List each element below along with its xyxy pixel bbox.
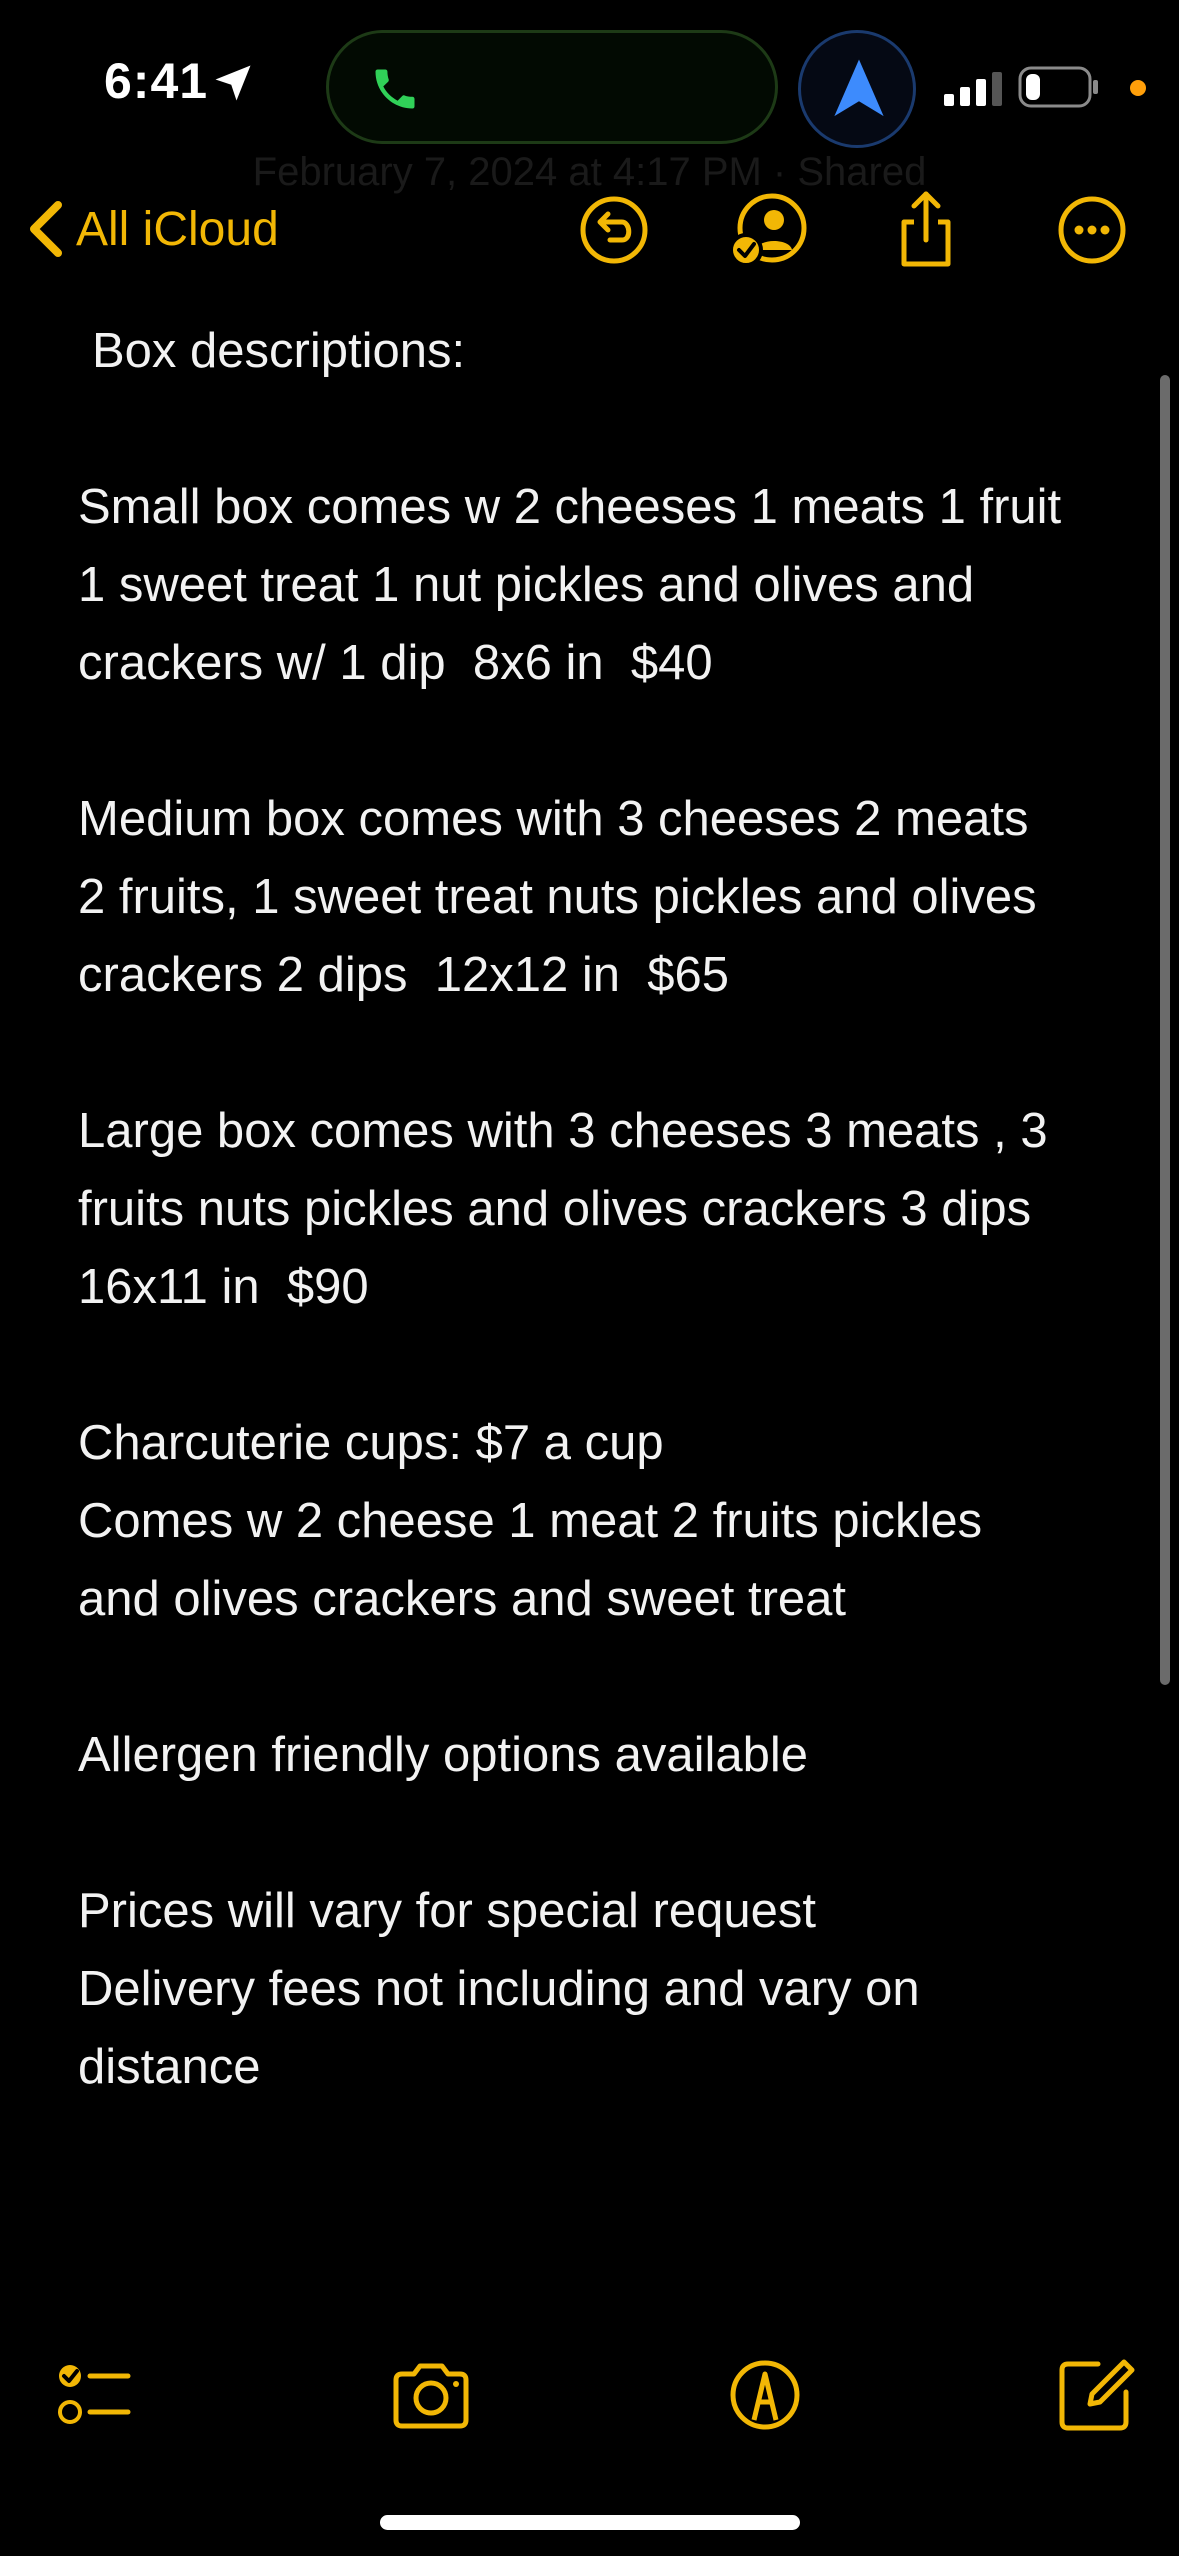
bottom-toolbar (0, 2340, 1179, 2450)
navigation-bar: All iCloud (0, 180, 1179, 280)
note-paragraph-small-box: Small box comes w 2 cheeses 1 meats 1 fr… (78, 480, 1062, 690)
note-paragraph-charcuterie-cups: Charcuterie cups: $7 a cup Comes w 2 che… (78, 1416, 983, 1626)
back-button-label: All iCloud (76, 202, 279, 256)
chevron-left-icon (30, 201, 62, 257)
navigation-indicator[interactable] (798, 30, 916, 148)
privacy-indicator-dot (1130, 80, 1146, 96)
share-icon[interactable] (884, 188, 968, 272)
notes-screen: 6:41 February 7, 2024 at 4:17 PM · Share… (0, 0, 1179, 2556)
note-paragraph-pricing: Prices will vary for special request Del… (78, 1884, 920, 2094)
undo-icon[interactable] (572, 188, 656, 272)
note-title: Box descriptions: (92, 324, 466, 378)
note-body[interactable]: Box descriptions: Small box comes w 2 ch… (78, 312, 1138, 2184)
status-bar: 6:41 (0, 0, 1179, 150)
scrollbar[interactable] (1160, 375, 1170, 1685)
active-call-pill[interactable] (326, 30, 778, 144)
markup-icon[interactable] (720, 2350, 810, 2440)
compose-icon[interactable] (1050, 2350, 1140, 2440)
note-paragraph-medium-box: Medium box comes with 3 cheeses 2 meats … (78, 792, 1037, 1002)
home-indicator[interactable] (380, 2515, 800, 2530)
more-icon[interactable] (1050, 188, 1134, 272)
status-time: 6:41 (104, 53, 209, 109)
camera-icon[interactable] (386, 2350, 476, 2440)
phone-icon (375, 69, 415, 109)
navigation-arrow-icon (834, 59, 884, 117)
back-button[interactable]: All iCloud (26, 194, 279, 264)
collaborate-icon[interactable] (726, 188, 810, 272)
location-arrow-icon (215, 65, 251, 101)
checklist-icon[interactable] (48, 2350, 138, 2440)
cellular-signal-icon (944, 72, 1002, 106)
note-paragraph-large-box: Large box comes with 3 cheeses 3 meats ,… (78, 1104, 1048, 1314)
battery-icon (1018, 66, 1098, 108)
note-paragraph-allergen: Allergen friendly options available (78, 1728, 808, 1782)
